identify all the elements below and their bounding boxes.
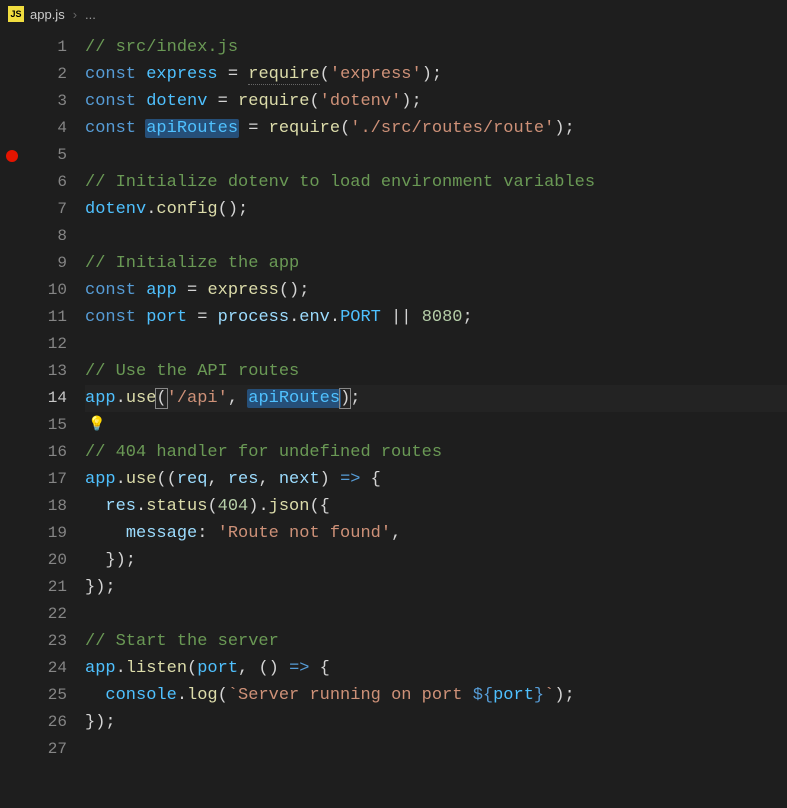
code-line[interactable]: }); bbox=[85, 709, 787, 736]
line-number[interactable]: 2 bbox=[0, 61, 85, 88]
line-number[interactable]: 19 bbox=[0, 520, 85, 547]
line-number[interactable]: 25 bbox=[0, 682, 85, 709]
gutter[interactable]: 1234567891011121314151617181920212223242… bbox=[0, 28, 85, 808]
line-number[interactable]: 5 bbox=[0, 142, 85, 169]
code-line[interactable] bbox=[85, 601, 787, 628]
code-line[interactable]: const express = require('express'); bbox=[85, 61, 787, 88]
code-line[interactable]: }); bbox=[85, 547, 787, 574]
code-line[interactable] bbox=[85, 142, 787, 169]
code-line[interactable] bbox=[85, 736, 787, 763]
code-line[interactable]: app.use((req, res, next) => { bbox=[85, 466, 787, 493]
code-editor[interactable]: 1234567891011121314151617181920212223242… bbox=[0, 28, 787, 808]
code-line[interactable]: dotenv.config(); bbox=[85, 196, 787, 223]
line-number[interactable]: 12 bbox=[0, 331, 85, 358]
line-number[interactable]: 18 bbox=[0, 493, 85, 520]
line-number[interactable]: 10 bbox=[0, 277, 85, 304]
code-line[interactable]: res.status(404).json({ bbox=[85, 493, 787, 520]
lightbulb-icon[interactable]: 💡 bbox=[88, 412, 105, 439]
line-number[interactable]: 26 bbox=[0, 709, 85, 736]
tab-filename: app.js bbox=[30, 7, 65, 22]
line-number[interactable]: 24 bbox=[0, 655, 85, 682]
line-number[interactable]: 23 bbox=[0, 628, 85, 655]
code-line[interactable] bbox=[85, 223, 787, 250]
line-number[interactable]: 22 bbox=[0, 601, 85, 628]
code-line[interactable]: app.listen(port, () => { bbox=[85, 655, 787, 682]
code-line-current[interactable]: app.use('/api', apiRoutes); bbox=[85, 385, 787, 412]
code-line[interactable]: console.log(`Server running on port ${po… bbox=[85, 682, 787, 709]
code-line[interactable]: // src/index.js bbox=[85, 34, 787, 61]
line-number[interactable]: 7 bbox=[0, 196, 85, 223]
line-number[interactable]: 15 bbox=[0, 412, 85, 439]
line-number[interactable]: 9 bbox=[0, 250, 85, 277]
code-line[interactable] bbox=[85, 331, 787, 358]
code-line[interactable]: // Initialize dotenv to load environment… bbox=[85, 169, 787, 196]
code-line[interactable]: // Start the server bbox=[85, 628, 787, 655]
line-number[interactable]: 3 bbox=[0, 88, 85, 115]
line-number[interactable]: 27 bbox=[0, 736, 85, 763]
line-number[interactable]: 8 bbox=[0, 223, 85, 250]
breadcrumb-separator: › bbox=[71, 7, 79, 22]
line-number[interactable]: 17 bbox=[0, 466, 85, 493]
line-number[interactable]: 4 bbox=[0, 115, 85, 142]
line-number[interactable]: 6 bbox=[0, 169, 85, 196]
code-line[interactable]: // 404 handler for undefined routes bbox=[85, 439, 787, 466]
breadcrumb-more[interactable]: ... bbox=[85, 7, 96, 22]
code-line[interactable]: const port = process.env.PORT || 8080; bbox=[85, 304, 787, 331]
code-line[interactable]: // Use the API routes bbox=[85, 358, 787, 385]
js-file-icon: JS bbox=[8, 6, 24, 22]
line-number[interactable]: 13 bbox=[0, 358, 85, 385]
line-number[interactable]: 20 bbox=[0, 547, 85, 574]
code-line[interactable]: }); bbox=[85, 574, 787, 601]
line-number[interactable]: 16 bbox=[0, 439, 85, 466]
line-number[interactable]: 11 bbox=[0, 304, 85, 331]
breakpoint-icon[interactable] bbox=[6, 150, 18, 162]
code-area[interactable]: // src/index.js const express = require(… bbox=[85, 28, 787, 808]
line-number[interactable]: 21 bbox=[0, 574, 85, 601]
line-number[interactable]: 14 bbox=[0, 385, 85, 412]
code-line[interactable]: message: 'Route not found', bbox=[85, 520, 787, 547]
line-number[interactable]: 1 bbox=[0, 34, 85, 61]
file-tab[interactable]: JS app.js › ... bbox=[0, 0, 104, 28]
code-line[interactable]: 💡 bbox=[85, 412, 787, 439]
code-line[interactable]: const apiRoutes = require('./src/routes/… bbox=[85, 115, 787, 142]
code-line[interactable]: const app = express(); bbox=[85, 277, 787, 304]
tab-bar: JS app.js › ... bbox=[0, 0, 787, 28]
code-line[interactable]: const dotenv = require('dotenv'); bbox=[85, 88, 787, 115]
code-line[interactable]: // Initialize the app bbox=[85, 250, 787, 277]
